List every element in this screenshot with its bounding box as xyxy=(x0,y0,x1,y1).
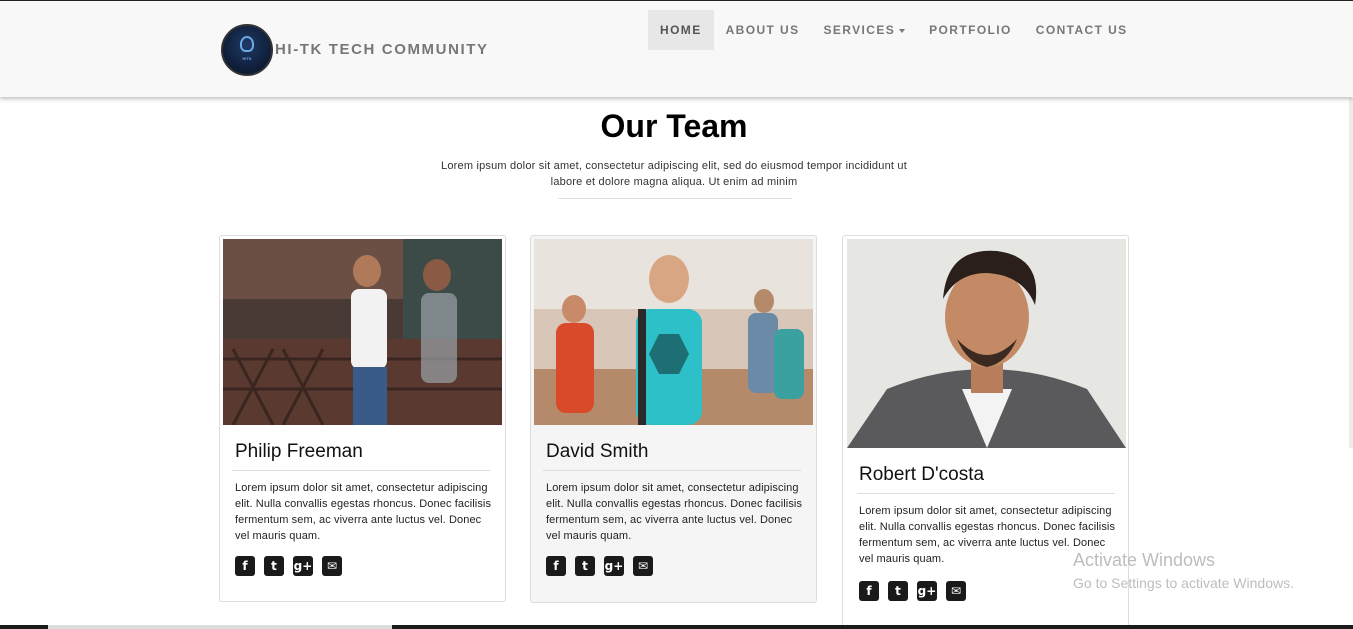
card-divider xyxy=(857,493,1115,494)
team-card: Philip Freeman Lorem ipsum dolor sit ame… xyxy=(219,235,506,602)
section-title: Our Team xyxy=(600,108,748,144)
nav-portfolio[interactable]: PORTFOLIO xyxy=(917,10,1024,50)
card-divider xyxy=(232,470,490,471)
member-bio: Lorem ipsum dolor sit amet, consectetur … xyxy=(235,482,492,542)
team-card: David Smith Lorem ipsum dolor sit amet, … xyxy=(530,235,817,603)
bottom-bar-segment xyxy=(48,625,392,629)
social-links: f t g+ ✉ xyxy=(546,556,653,576)
windows-activation-title: Activate Windows xyxy=(1073,550,1216,570)
twitter-icon[interactable]: t xyxy=(575,556,595,576)
twitter-icon[interactable]: t xyxy=(888,581,908,601)
card-divider xyxy=(543,470,801,471)
envelope-icon[interactable]: ✉ xyxy=(946,581,966,601)
envelope-icon[interactable]: ✉ xyxy=(322,556,342,576)
lightbulb-icon xyxy=(240,36,254,52)
google-plus-icon[interactable]: g+ xyxy=(917,581,937,601)
logo-text: HITK xyxy=(242,56,252,61)
social-links: f t g+ ✉ xyxy=(235,556,342,576)
nav-services[interactable]: SERVICES xyxy=(811,10,917,50)
nav-services-label: SERVICES xyxy=(823,23,896,37)
navbar: HITK HI-TK TECH COMMUNITY HOME ABOUT US … xyxy=(0,0,1353,97)
google-plus-icon[interactable]: g+ xyxy=(604,556,624,576)
bottom-bar xyxy=(0,625,1353,629)
team-photo xyxy=(534,239,813,425)
team-photo xyxy=(223,239,502,425)
nav-home[interactable]: HOME xyxy=(648,10,714,50)
twitter-icon[interactable]: t xyxy=(264,556,284,576)
member-name: Philip Freeman xyxy=(235,441,363,462)
nav-contact-us[interactable]: CONTACT US xyxy=(1024,10,1140,50)
social-links: f t g+ ✉ xyxy=(859,581,966,601)
facebook-icon[interactable]: f xyxy=(859,581,879,601)
section-subtitle: Lorem ipsum dolor sit amet, consectetur … xyxy=(441,160,907,188)
caret-down-icon xyxy=(899,28,906,33)
google-plus-icon[interactable]: g+ xyxy=(293,556,313,576)
page-scrollbar[interactable] xyxy=(1349,98,1353,448)
member-name: Robert D'costa xyxy=(859,464,985,485)
envelope-icon[interactable]: ✉ xyxy=(633,556,653,576)
team-photo xyxy=(847,239,1126,448)
brand-name[interactable]: HI-TK TECH COMMUNITY xyxy=(275,41,489,58)
section-divider xyxy=(558,198,792,199)
facebook-icon[interactable]: f xyxy=(235,556,255,576)
windows-activation-subtitle: Go to Settings to activate Windows. xyxy=(1073,575,1294,591)
member-bio: Lorem ipsum dolor sit amet, consectetur … xyxy=(546,482,803,542)
main-nav: HOME ABOUT US SERVICES PORTFOLIO CONTACT… xyxy=(648,10,1140,50)
facebook-icon[interactable]: f xyxy=(546,556,566,576)
brand-logo[interactable]: HITK xyxy=(221,24,273,76)
member-name: David Smith xyxy=(546,441,649,462)
nav-about-us[interactable]: ABOUT US xyxy=(714,10,812,50)
